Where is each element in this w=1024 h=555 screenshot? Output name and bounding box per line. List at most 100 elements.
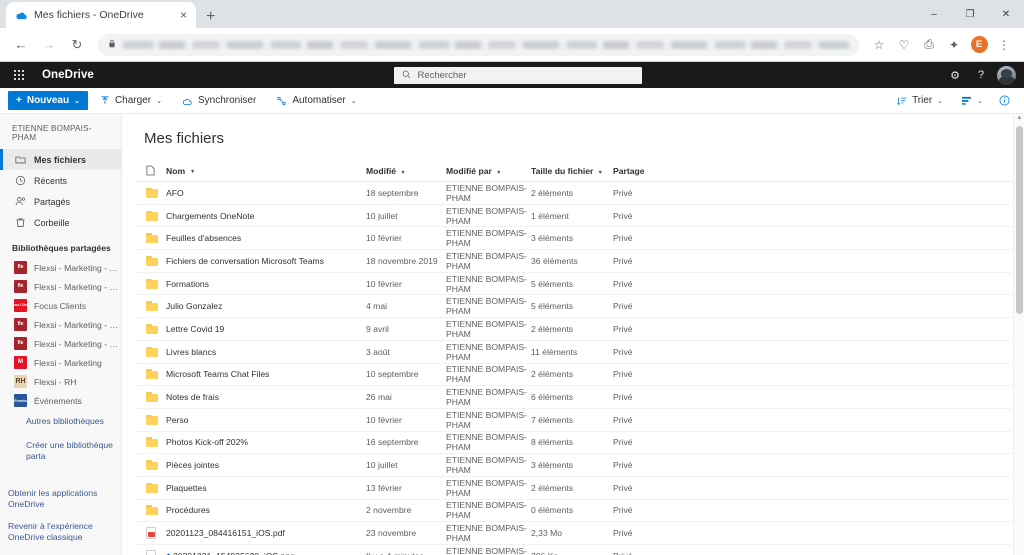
modified-cell: 10 février (366, 414, 402, 425)
minimize-icon[interactable]: – (916, 0, 952, 28)
table-row[interactable]: ✦20201231_154825620_iOS.pngIl y a 4 minu… (134, 545, 1012, 555)
browser-menu-icon[interactable]: ⋮ (992, 33, 1016, 57)
table-row[interactable]: Fichiers de conversation Microsoft Teams… (134, 250, 1012, 273)
column-header-size[interactable]: Taille du fichier ▾ (531, 166, 613, 176)
sync-button[interactable]: Synchroniser (174, 90, 264, 112)
table-row[interactable]: Julio Gonzalez 4 mai ETIENNE BOMPAIS-PHAM 5… (134, 295, 1012, 319)
sidebar-item-recents[interactable]: Récents (0, 170, 121, 191)
table-row[interactable]: Plaquettes 13 février ETIENNE BOMPAIS-PHAM… (134, 477, 1012, 500)
close-window-icon[interactable]: ✕ (988, 0, 1024, 28)
column-header-modified[interactable]: Modifié ▾ (366, 166, 446, 176)
forward-icon[interactable]: → (36, 32, 62, 58)
extensions-puzzle-icon[interactable]: ✦ (942, 33, 966, 57)
table-row[interactable]: Livres blancs 3 août ETIENNE BOMPAIS-PHAM 1… (134, 341, 1012, 364)
file-name-cell[interactable]: Pièces jointes (166, 460, 366, 470)
file-name-cell[interactable]: Plaquettes (166, 483, 366, 493)
file-name-cell[interactable]: Lettre Covid 19 (166, 324, 366, 334)
sidebar-item-trash[interactable]: Corbeille (0, 212, 121, 233)
column-header-name[interactable]: Nom ▾ (166, 166, 366, 176)
table-row[interactable]: Formations 10 février ETIENNE BOMPAIS-PHAM… (134, 273, 1012, 296)
table-row[interactable]: Perso 10 février ETIENNE BOMPAIS-PHAM 7 élé… (134, 409, 1012, 432)
file-name-cell[interactable]: AFO (166, 188, 366, 198)
file-name-cell[interactable]: Livres blancs (166, 347, 366, 357)
screen-capture-icon[interactable]: ⎙ (917, 33, 941, 57)
shield-icon[interactable]: ♡ (892, 33, 916, 57)
file-name-cell[interactable]: Notes de frais (166, 392, 366, 402)
new-button[interactable]: + Nouveau ⌄ (8, 91, 88, 110)
library-label: Flexsi - Marketing - Admi... (34, 262, 121, 273)
info-icon[interactable] (993, 95, 1016, 106)
get-apps-link[interactable]: Obtenir les applications OneDrive (0, 483, 121, 516)
table-row[interactable]: Notes de frais 26 mai ETIENNE BOMPAIS-PHAM… (134, 386, 1012, 409)
file-name-cell[interactable]: Formations (166, 279, 366, 289)
sidebar-library-item[interactable]: RH Flexsi - RH (0, 372, 121, 391)
reload-icon[interactable]: ↻ (64, 32, 90, 58)
sidebar-library-item[interactable]: M Flexsi - Marketing (0, 353, 121, 372)
table-row[interactable]: Lettre Covid 19 9 avril ETIENNE BOMPAIS-PH… (134, 318, 1012, 341)
table-row[interactable]: AFO 18 septembre ETIENNE BOMPAIS-PHAM 2 élé… (134, 182, 1012, 205)
new-button-label: Nouveau (26, 95, 70, 106)
upload-button[interactable]: Charger ⌄ (92, 90, 170, 112)
clock-icon (14, 175, 26, 186)
table-row[interactable]: Feuilles d'absences 10 février ETIENNE BOM… (134, 227, 1012, 251)
file-name-cell[interactable]: Perso (166, 415, 366, 425)
sidebar-library-item[interactable]: fle Flexsi - Marketing - Offres (0, 334, 121, 353)
sidebar-library-item[interactable]: Events Événements (0, 391, 121, 410)
table-row[interactable]: Chargements OneNote 10 juillet ETIENNE BOM… (134, 205, 1012, 228)
table-row[interactable]: 20201123_084416151_iOS.pdf 23 novembre ETI… (134, 522, 1012, 545)
gear-icon[interactable]: ⚙ (943, 63, 967, 87)
file-name: Procédures (166, 505, 210, 516)
file-name-cell[interactable]: Chargements OneNote (166, 211, 366, 221)
create-library-link[interactable]: Créer une bibliothèque parta (0, 434, 121, 469)
file-name-cell[interactable]: Microsoft Teams Chat Files (166, 369, 366, 379)
modified-by-cell: ETIENNE BOMPAIS-PHAM (446, 364, 528, 385)
vertical-scrollbar[interactable]: ▲ (1013, 114, 1024, 555)
sidebar-library-item[interactable]: fle Flexsi - Marketing - Emaili... (0, 315, 121, 334)
document-icon (146, 165, 155, 178)
back-icon[interactable]: ← (8, 32, 34, 58)
onedrive-brand[interactable]: OneDrive (42, 69, 94, 81)
file-name-cell[interactable]: Feuilles d'absences (166, 233, 366, 243)
maximize-icon[interactable]: ❐ (952, 0, 988, 28)
file-name-cell[interactable]: 20201123_084416151_iOS.pdf (166, 528, 366, 538)
automate-button[interactable]: Automatiser ⌄ (268, 90, 364, 112)
sort-button[interactable]: Trier ⌄ (889, 90, 951, 112)
sidebar-item-shared[interactable]: Partagés (0, 191, 121, 212)
app-launcher-icon[interactable] (6, 62, 32, 88)
table-row[interactable]: Microsoft Teams Chat Files 10 septembre ET… (134, 364, 1012, 387)
sidebar-library-item[interactable]: fle Flexsi - Marketing - Blog_ (0, 277, 121, 296)
file-name-cell[interactable]: ✦20201231_154825620_iOS.png (166, 551, 366, 555)
scroll-up-arrow-icon[interactable]: ▲ (1014, 115, 1024, 121)
sidebar-item-mes-fichiers[interactable]: Mes fichiers (0, 149, 121, 170)
folder-icon (134, 255, 166, 266)
table-row[interactable]: Pièces jointes 10 juillet ETIENNE BOMPAIS-… (134, 454, 1012, 477)
sidebar-label: Corbeille (34, 217, 70, 228)
size-cell: 1 élément (531, 210, 569, 221)
scrollbar-thumb[interactable] (1016, 126, 1023, 314)
more-libraries-link[interactable]: Autres bibliothèques (0, 410, 121, 434)
file-name-cell[interactable]: Fichiers de conversation Microsoft Teams (166, 256, 366, 266)
column-header-sharing[interactable]: Partage (613, 166, 1012, 176)
view-options-button[interactable]: ⌄ (953, 90, 991, 112)
table-row[interactable]: Photos Kick-off 202% 16 septembre ETIENNE … (134, 432, 1012, 455)
new-tab-button[interactable]: + (206, 9, 215, 25)
address-bar[interactable] (98, 33, 859, 56)
profile-avatar[interactable]: E (967, 33, 991, 57)
table-row[interactable]: Procédures 2 novembre ETIENNE BOMPAIS-PHAM… (134, 500, 1012, 523)
column-header-modified-by[interactable]: Modifié par ▾ (446, 166, 531, 176)
classic-experience-link[interactable]: Revenir à l'expérience OneDrive classiqu… (0, 516, 121, 549)
sidebar-library-item[interactable]: fle Flexsi - Marketing - Admi... (0, 258, 121, 277)
bookmark-star-icon[interactable]: ☆ (867, 33, 891, 57)
automate-label: Automatiser (292, 95, 346, 106)
folder-icon (14, 155, 26, 164)
file-name-cell[interactable]: Procédures (166, 505, 366, 515)
file-name: Photos Kick-off 202% (166, 437, 249, 448)
sidebar-library-item[interactable]: Focus Clients Focus Clients (0, 296, 121, 315)
user-avatar[interactable] (997, 65, 1016, 85)
file-name-cell[interactable]: Photos Kick-off 202% (166, 437, 366, 447)
search-input[interactable]: Rechercher (394, 66, 643, 84)
file-name-cell[interactable]: Julio Gonzalez (166, 301, 366, 311)
tab-close-icon[interactable]: × (177, 9, 190, 21)
browser-tab[interactable]: Mes fichiers - OneDrive × (6, 2, 196, 28)
help-icon[interactable]: ? (969, 63, 993, 87)
